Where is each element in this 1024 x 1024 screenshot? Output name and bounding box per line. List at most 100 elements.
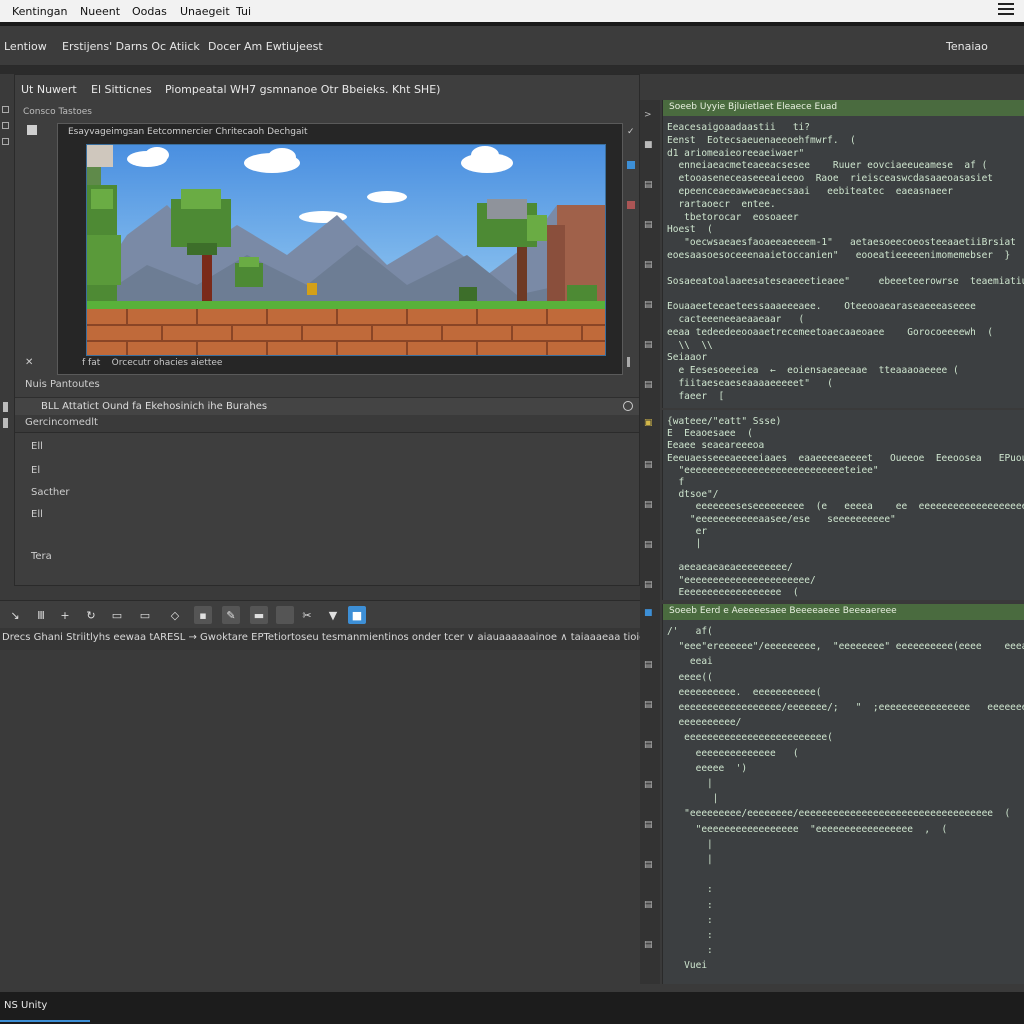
code-line[interactable]: eeaa tedeedeeooaaetrecemeetoaecaaeoaee G…: [667, 327, 993, 338]
menu-item-4[interactable]: Unaegeit: [174, 5, 230, 18]
code-line[interactable]: eoesaasoesoceeenaaietoccanien" eooeatiee…: [667, 250, 1010, 261]
handle-icon[interactable]: [3, 418, 8, 428]
menu-item-1[interactable]: Kentingan: [6, 5, 67, 18]
bars-icon[interactable]: Ⅲ: [32, 606, 50, 624]
code-line[interactable]: eeeee '): [667, 763, 747, 774]
hierarchy-item[interactable]: Ell: [31, 441, 43, 452]
code-line[interactable]: aeeaeaeaeaeeeeeeeee/: [667, 562, 792, 573]
active-tool-icon[interactable]: ■: [348, 606, 366, 624]
code-line[interactable]: cacteeeneeaeaaeaar (: [667, 314, 804, 325]
red-marker-icon[interactable]: [627, 201, 635, 209]
toolbar-center2-label[interactable]: Docer Am Ewtiujeest: [208, 40, 323, 53]
code-line[interactable]: "oecwsaeaesfaoaeeaeeeem-1" aetaesoeecoeo…: [667, 237, 1016, 248]
move-icon[interactable]: ↘: [6, 606, 24, 624]
code-line[interactable]: d1 ariomeaieoreeaeiwaer": [667, 148, 804, 159]
scroll-handle[interactable]: [627, 357, 630, 367]
code-line[interactable]: e Eesesoeeeiea ← eoiensaeaeeaae tteaaaoa…: [667, 365, 958, 376]
code-line[interactable]: Eeaee seaeareeeoa: [667, 440, 764, 451]
hamburger-menu-icon[interactable]: [998, 3, 1014, 15]
handle-icon[interactable]: [3, 402, 8, 412]
plus-icon[interactable]: +: [56, 606, 74, 624]
code-line[interactable]: eeee((: [667, 672, 712, 683]
code-line[interactable]: faeer [: [667, 391, 724, 402]
code-line[interactable]: :: [667, 930, 713, 941]
code-line[interactable]: rartaoecr entee.: [667, 199, 775, 210]
code-line[interactable]: "eeeeeeeeeeeaasee/ese seeeeeeeeee": [667, 514, 896, 525]
settings-icon[interactable]: [623, 401, 633, 411]
hierarchy-item[interactable]: Ell: [31, 509, 43, 520]
tab-3[interactable]: Piompeatal WH7 gsmnanoe Otr Bbeieks. Kht…: [165, 83, 440, 96]
code-line[interactable]: eeeeeeeeeeeeeeeeee/eeeeeee/; " ;eeeeeeee…: [667, 702, 1024, 713]
panel-icon[interactable]: [2, 122, 9, 129]
code-line[interactable]: {wateee/"eatt" Ssse): [667, 416, 781, 427]
tab-1[interactable]: Ut Nuwert: [21, 83, 77, 96]
panel-icon[interactable]: [2, 138, 9, 145]
menu-item-3[interactable]: Oodas: [126, 5, 167, 18]
game-viewport[interactable]: Esayvageimgsan Eetcomnercier Chritecaoh …: [57, 123, 623, 375]
code-line[interactable]: Eeacesaigoaadaastii ti?: [667, 122, 810, 133]
code-line[interactable]: eeeeeeeeeeeeeeeeeeeeeeeee(: [667, 732, 833, 743]
code-line[interactable]: "eeeeeeeee/eeeeeeee/eeeeeeeeeeeeeeeeeeee…: [667, 808, 1010, 819]
panel-icon[interactable]: [2, 106, 9, 113]
code-line[interactable]: /' af(: [667, 626, 713, 637]
code-line[interactable]: eeai: [667, 656, 713, 667]
code-line[interactable]: tbetorocar eosoaeer: [667, 212, 798, 223]
code-line[interactable]: Sosaeeatoalaaeesateseaeeetieaee" ebeeete…: [667, 276, 1024, 287]
menu-item-2[interactable]: Nueent: [74, 5, 120, 18]
layer-icon[interactable]: ▬: [250, 606, 268, 624]
hierarchy-item[interactable]: Tera: [31, 551, 52, 562]
pin-icon[interactable]: ✓: [627, 127, 635, 137]
transform-icon[interactable]: ◇: [166, 606, 184, 624]
code-line[interactable]: eeeeeeeseseeeeeeeee (e eeeea ee eeeeeeee…: [667, 501, 1024, 512]
grid-icon[interactable]: ▪: [194, 606, 212, 624]
code-line[interactable]: |: [667, 839, 713, 850]
code-line[interactable]: f: [667, 477, 684, 488]
code-line[interactable]: fiitaeseaeseaaaaeeeeet" (: [667, 378, 832, 389]
code-line[interactable]: "eeeeeeeeeeeeeeeeeeeeee/: [667, 575, 815, 586]
close-icon[interactable]: ✕: [25, 357, 33, 368]
code-line[interactable]: er: [667, 526, 707, 537]
code-line[interactable]: "eeeeeeeeeeeeeeeeeeeeeeeeeeeeteiee": [667, 465, 878, 476]
code-line[interactable]: E Eeaoesaee (: [667, 428, 753, 439]
toolbar-right-label[interactable]: Tenaiao: [946, 40, 988, 53]
code-line[interactable]: Eenst Eotecsaeuenaeeoehfmwrf. (: [667, 135, 856, 146]
code-line[interactable]: etooaseneceaseeeaieeoo Raoe rieisceaswcd…: [667, 173, 993, 184]
brush-icon[interactable]: ✎: [222, 606, 240, 624]
code-line[interactable]: :: [667, 915, 713, 926]
code-line[interactable]: |: [667, 778, 713, 789]
hierarchy-header[interactable]: BLL Attatict Ound fa Ekehosinich ihe Bur…: [15, 397, 639, 415]
code-line[interactable]: :: [667, 945, 713, 956]
code-line[interactable]: Seiaaor: [667, 352, 707, 363]
code-line[interactable]: Vuei: [667, 960, 707, 971]
code-line[interactable]: enneiaeacmeteaeeacsesee Ruuer eovciaeeue…: [667, 160, 987, 171]
menu-item-5[interactable]: Tui: [230, 5, 251, 18]
toolbar-left-label[interactable]: Lentiow: [4, 40, 47, 53]
code-line[interactable]: dtsoe"/: [667, 489, 718, 500]
code-line[interactable]: \\ \\: [667, 340, 712, 351]
blue-marker-icon[interactable]: [627, 161, 635, 169]
snap-icon[interactable]: [276, 606, 294, 624]
code-line[interactable]: |: [667, 793, 719, 804]
code-line[interactable]: :: [667, 900, 713, 911]
code-editor-3[interactable]: Soeeb Eerd e Aeeeeesaee Beeeeaeee Beeeae…: [662, 604, 1024, 984]
code-line[interactable]: eeeeeeeeee/: [667, 717, 741, 728]
scale-icon[interactable]: ▭: [108, 606, 126, 624]
code-line[interactable]: epeenceaeeawweaeaecsaai eebiteatec eaeas…: [667, 186, 953, 197]
pin-tool-icon[interactable]: ▼: [324, 606, 342, 624]
code-line[interactable]: eeeeeeeeeeeeee (: [667, 748, 799, 759]
code-line[interactable]: :: [667, 884, 713, 895]
code-line[interactable]: |: [667, 538, 702, 549]
code-editor-2[interactable]: {wateee/"eatt" Ssse) E Eeaoesaee (Eeaee s…: [662, 410, 1024, 600]
code-line[interactable]: Eeeuaesseeeaeeeeiaaes eaaeeeeaeeeet Ouee…: [667, 453, 1024, 464]
eraser-icon[interactable]: ✂: [298, 606, 316, 624]
code-line[interactable]: Hoest (: [667, 224, 713, 235]
code-line[interactable]: "eee"ereeeeee"/eeeeeeeee, "eeeeeeee" eee…: [667, 641, 1024, 652]
code-line[interactable]: Eouaaeeteeaeteessaaaeeeaee. Oteeooaearas…: [667, 301, 976, 312]
code-line[interactable]: "eeeeeeeeeeeeeeeee "eeeeeeeeeeeeeeeee , …: [667, 824, 948, 835]
hierarchy-item[interactable]: Sacther: [31, 487, 70, 498]
code-editor-1[interactable]: Soeeb Uyyie Bjluietlaet Eleaece Euad Eea…: [662, 100, 1024, 408]
rotate-icon[interactable]: ↻: [82, 606, 100, 624]
code-line[interactable]: Eeeeeeeeeeeeeeeeee (: [667, 587, 798, 598]
game-scene[interactable]: [86, 144, 606, 356]
scene-icon[interactable]: [27, 125, 37, 135]
